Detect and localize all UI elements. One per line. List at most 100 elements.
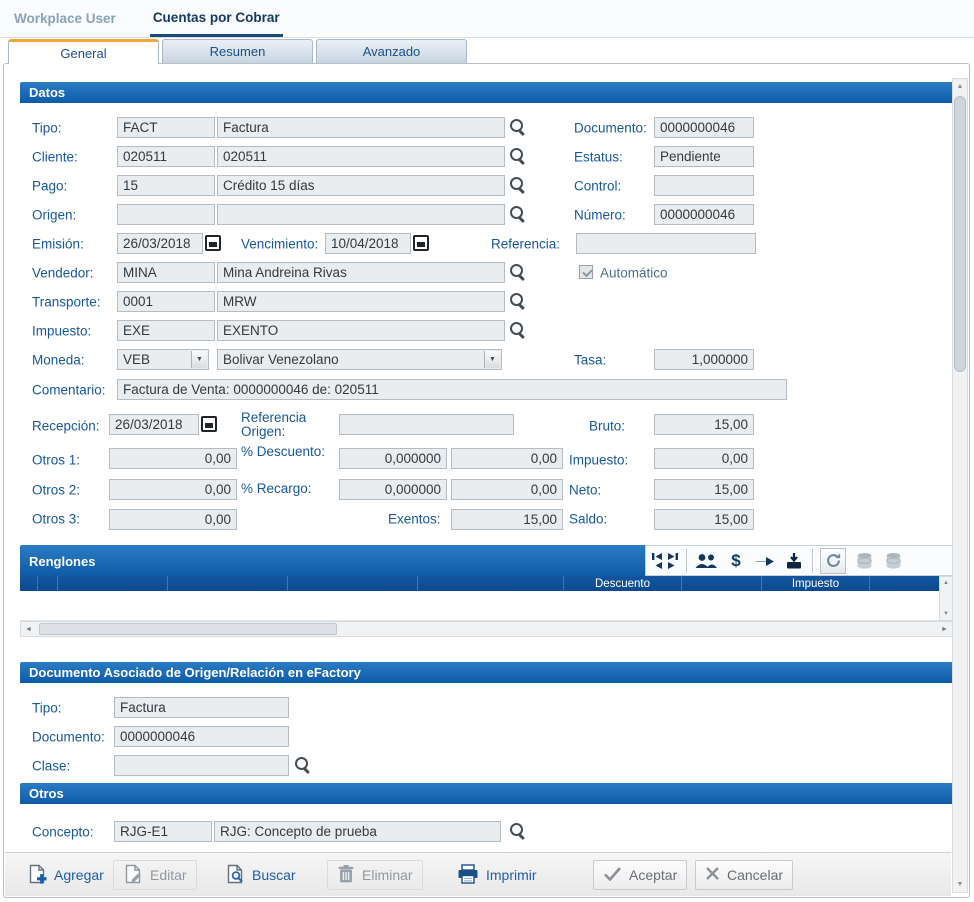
vertical-scroll-thumb[interactable] [954, 96, 966, 372]
emision-calendar-icon[interactable] [205, 234, 221, 251]
tab-cuentas-por-cobrar[interactable]: Cuentas por Cobrar [150, 0, 283, 37]
customers-icon[interactable] [694, 548, 718, 574]
doc-documento-input[interactable] [114, 726, 289, 747]
row-doc-tipo: Tipo: [20, 693, 953, 722]
vencimiento-calendar-icon[interactable] [413, 234, 429, 251]
pago-code-input[interactable] [117, 175, 215, 196]
scroll-left-icon[interactable] [21, 622, 36, 636]
main-vertical-scrollbar[interactable] [952, 78, 968, 893]
horizontal-scroll-thumb[interactable] [39, 623, 337, 635]
eliminar-button[interactable]: Eliminar [327, 860, 423, 890]
moneda-desc-select[interactable]: Bolivar Venezolano [217, 349, 502, 370]
editar-button[interactable]: Editar [113, 860, 197, 890]
numero-input[interactable] [654, 204, 754, 225]
exentos-input[interactable] [451, 509, 563, 530]
origen-search-icon[interactable] [509, 205, 527, 223]
otros2-input[interactable] [109, 479, 237, 500]
descuento-monto-input[interactable] [451, 448, 563, 469]
scroll-up-icon[interactable] [940, 577, 952, 589]
transporte-desc-input[interactable] [217, 291, 505, 312]
estatus-input[interactable] [654, 146, 754, 167]
documento-input[interactable] [654, 117, 754, 138]
recepcion-calendar-icon[interactable] [201, 415, 217, 432]
pago-search-icon[interactable] [509, 176, 527, 194]
concepto-search-icon[interactable] [509, 822, 527, 840]
scroll-right-icon[interactable] [937, 622, 952, 636]
subtab-avanzado[interactable]: Avanzado [316, 39, 467, 63]
cliente-search-icon[interactable] [509, 147, 527, 165]
refresh-icon[interactable] [820, 548, 846, 574]
descuento-pct-input[interactable] [339, 448, 447, 469]
neto-input[interactable] [654, 479, 754, 500]
moneda-code-dropdown-icon[interactable] [191, 351, 207, 368]
tab-workplace-user[interactable]: Workplace User [14, 0, 116, 37]
automatico-checkbox[interactable] [579, 265, 593, 279]
receive-icon[interactable] [783, 548, 805, 574]
doc-tipo-input[interactable] [114, 697, 289, 718]
database-import-icon[interactable] [882, 548, 904, 574]
subtab-general-label: General [60, 46, 106, 61]
recargo-monto-input[interactable] [451, 479, 563, 500]
grid-vertical-scrollbar[interactable] [939, 576, 953, 621]
imprimir-label: Imprimir [486, 867, 537, 883]
otros3-input[interactable] [109, 509, 237, 530]
editar-label: Editar [150, 867, 187, 883]
database-export-icon[interactable] [853, 548, 875, 574]
pago-desc-input[interactable] [217, 175, 505, 196]
origen-desc-input[interactable] [217, 204, 505, 225]
cliente-code-input[interactable] [117, 146, 215, 167]
navigate-records-icon[interactable] [651, 548, 679, 574]
comentario-input[interactable] [117, 379, 787, 400]
impuesto-total-input[interactable] [654, 448, 754, 469]
moneda-code-select[interactable]: VEB [117, 349, 209, 370]
vendedor-search-icon[interactable] [509, 263, 527, 281]
cliente-desc-input[interactable] [217, 146, 505, 167]
tipo-search-icon[interactable] [509, 118, 527, 136]
price-icon[interactable] [725, 548, 747, 574]
transporte-code-input[interactable] [117, 291, 215, 312]
pago-label: Pago: [32, 178, 67, 193]
transporte-search-icon[interactable] [509, 292, 527, 310]
scroll-up-icon[interactable] [953, 79, 967, 94]
send-arrow-icon[interactable] [754, 548, 776, 574]
tipo-desc-input[interactable] [217, 117, 505, 138]
subtab-resumen[interactable]: Resumen [162, 39, 313, 63]
scroll-down-icon[interactable] [953, 877, 967, 892]
cancelar-button[interactable]: Cancelar [695, 860, 793, 890]
saldo-input[interactable] [654, 509, 754, 530]
bruto-input[interactable] [654, 414, 754, 435]
vencimiento-date-input[interactable] [325, 233, 411, 254]
tasa-input[interactable] [654, 349, 754, 370]
grid-column-header [38, 576, 58, 591]
concepto-desc-input[interactable] [214, 821, 501, 842]
tipo-code-input[interactable] [117, 117, 215, 138]
recepcion-date-input[interactable] [109, 414, 199, 435]
control-input[interactable] [654, 175, 754, 196]
imprimir-button[interactable]: Imprimir [447, 860, 547, 890]
agregar-button[interactable]: Agregar [17, 860, 114, 890]
impuesto-code-input[interactable] [117, 320, 215, 341]
origen-code-input[interactable] [117, 204, 215, 225]
concepto-code-input[interactable] [114, 821, 212, 842]
emision-date-input[interactable] [117, 233, 203, 254]
otros1-input[interactable] [109, 448, 237, 469]
comentario-label: Comentario: [32, 383, 106, 398]
referencia-input[interactable] [576, 233, 756, 254]
form-panel: Datos Tipo: Documento: Cliente: Estatus:… [3, 63, 970, 898]
cancel-x-icon [705, 866, 720, 884]
moneda-desc-dropdown-icon[interactable] [484, 351, 500, 368]
aceptar-button[interactable]: Aceptar [593, 860, 687, 890]
documento-label: Documento: [574, 120, 647, 135]
grid-horizontal-scrollbar[interactable] [20, 621, 953, 637]
vendedor-desc-input[interactable] [217, 262, 505, 283]
impuesto-search-icon[interactable] [509, 321, 527, 339]
vendedor-code-input[interactable] [117, 262, 215, 283]
doc-clase-search-icon[interactable] [294, 756, 312, 774]
referencia-origen-input[interactable] [339, 414, 514, 435]
scroll-down-icon[interactable] [940, 608, 952, 620]
doc-clase-input[interactable] [114, 755, 289, 776]
impuesto-desc-input[interactable] [217, 320, 505, 341]
buscar-button[interactable]: Buscar [215, 860, 306, 890]
recargo-pct-input[interactable] [339, 479, 447, 500]
subtab-general[interactable]: General [8, 39, 159, 64]
